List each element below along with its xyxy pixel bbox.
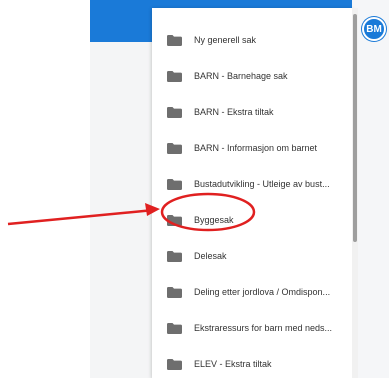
folder-icon — [167, 358, 182, 370]
dropdown-item-elev-ekstra-tiltak[interactable]: ELEV - Ekstra tiltak — [152, 344, 352, 378]
folder-icon — [167, 34, 182, 46]
dropdown-item-label: Deling etter jordlova / Omdispon... — [194, 287, 331, 297]
left-blank-area — [0, 0, 90, 378]
dropdown-item-label: BARN - Barnehage sak — [194, 71, 288, 81]
dropdown-item-label: BARN - Informasjon om barnet — [194, 143, 318, 153]
avatar-initials: BM — [366, 23, 382, 35]
dropdown-item-barn-ekstra-tiltak[interactable]: BARN - Ekstra tiltak — [152, 92, 352, 132]
dropdown-item-bustadutvikling[interactable]: Bustadutvikling - Utleige av bust... — [152, 164, 352, 204]
dropdown-item-label: Ekstraressurs for barn med neds... — [194, 323, 333, 333]
folder-icon — [167, 70, 182, 82]
dropdown-item-label: ELEV - Ekstra tiltak — [194, 359, 272, 369]
folder-icon — [167, 322, 182, 334]
dropdown-scrollbar-thumb[interactable] — [353, 14, 357, 242]
dropdown-item-ny-generell-sak[interactable]: Ny generell sak — [152, 20, 352, 60]
dropdown-item-label: Bustadutvikling - Utleige av bust... — [194, 179, 330, 189]
folder-icon — [167, 142, 182, 154]
dropdown-item-barn-informasjon-om-barnet[interactable]: BARN - Informasjon om barnet — [152, 128, 352, 168]
dropdown-item-ekstraressurs[interactable]: Ekstraressurs for barn med neds... — [152, 308, 352, 348]
dropdown-item-barn-barnehage-sak[interactable]: BARN - Barnehage sak — [152, 56, 352, 96]
dropdown-item-byggesak[interactable]: Byggesak — [152, 200, 352, 240]
dropdown-item-delesak[interactable]: Delesak — [152, 236, 352, 276]
folder-icon — [167, 286, 182, 298]
dropdown-item-label: Byggesak — [194, 215, 234, 225]
folder-icon — [167, 250, 182, 262]
dropdown-item-label: Ny generell sak — [194, 35, 257, 45]
dropdown-item-label: BARN - Ekstra tiltak — [194, 107, 274, 117]
folder-icon — [167, 106, 182, 118]
folder-icon — [167, 178, 182, 190]
folder-icon — [167, 214, 182, 226]
user-avatar[interactable]: BM — [362, 17, 386, 41]
case-type-dropdown: Ny generell sak BARN - Barnehage sak BAR… — [152, 8, 352, 378]
dropdown-item-deling-etter-jordlova[interactable]: Deling etter jordlova / Omdispon... — [152, 272, 352, 312]
dropdown-item-label: Delesak — [194, 251, 227, 261]
